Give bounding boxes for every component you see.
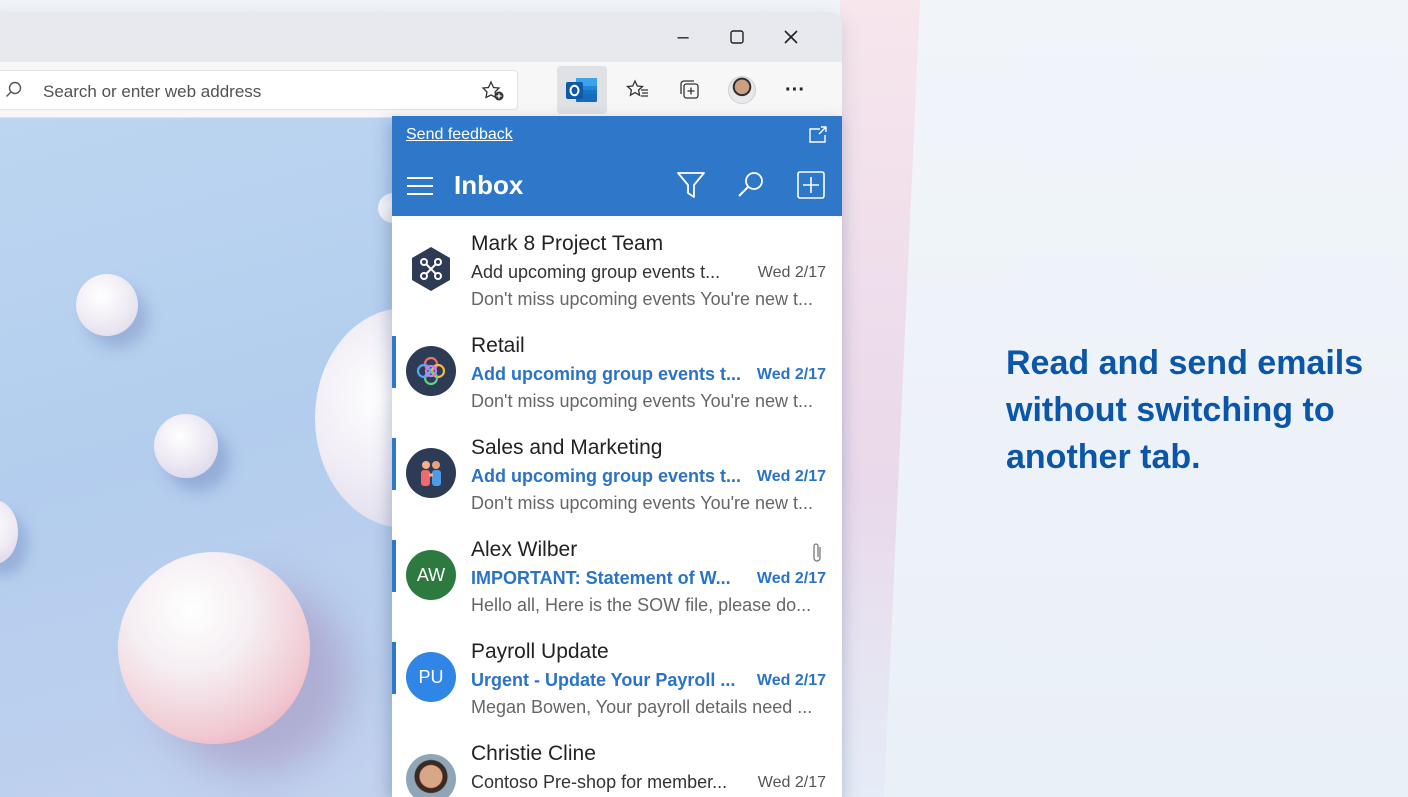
group-logo-icon [412, 247, 450, 291]
unread-indicator [392, 438, 396, 490]
maximize-button[interactable] [722, 24, 752, 50]
outlook-extension-button[interactable] [557, 66, 607, 114]
collections-icon [680, 80, 699, 99]
close-icon [784, 30, 798, 44]
profile-button[interactable] [722, 70, 762, 110]
sphere-large [118, 552, 310, 744]
hamburger-menu-icon[interactable] [406, 176, 434, 196]
message-date: Wed 2/17 [757, 774, 826, 791]
sender-avatar: PU [406, 652, 456, 702]
message-date: Wed 2/17 [756, 672, 826, 689]
message-preview: Don't miss upcoming events You're new t.… [471, 289, 814, 309]
maximize-icon [730, 30, 744, 44]
message-item[interactable]: Sales and Marketing Add upcoming group e… [392, 420, 842, 522]
filter-icon[interactable] [676, 170, 706, 200]
message-subject: Add upcoming group events t... [471, 262, 721, 282]
message-preview: Don't miss upcoming events You're new t.… [471, 493, 814, 513]
sender-name: Mark 8 Project Team [471, 232, 664, 255]
profile-avatar [728, 76, 756, 104]
message-item[interactable]: Retail Add upcoming group events t... We… [392, 318, 842, 420]
message-item[interactable]: PU Payroll Update Urgent - Update Your P… [392, 624, 842, 726]
search-icon[interactable] [736, 170, 766, 200]
minimize-button[interactable]: – [668, 24, 698, 50]
sender-avatar [406, 448, 456, 498]
unread-indicator [392, 540, 396, 592]
sender-avatar [406, 244, 456, 294]
address-bar[interactable]: Search or enter web address [0, 70, 518, 110]
message-date: Wed 2/17 [757, 264, 826, 281]
outlook-panel: Send feedback Inbox Mark 8 Project Team … [392, 116, 842, 797]
message-item[interactable]: Christie Cline Contoso Pre-shop for memb… [392, 726, 842, 797]
favorites-icon [626, 79, 648, 97]
sender-name: Retail [471, 334, 525, 357]
sender-name: Sales and Marketing [471, 436, 663, 459]
message-subject: Contoso Pre-shop for member... [471, 772, 728, 792]
message-list: Mark 8 Project Team Add upcoming group e… [392, 216, 842, 797]
new-mail-icon[interactable] [796, 170, 826, 200]
search-icon [6, 81, 22, 97]
collections-button[interactable] [670, 70, 710, 110]
favorites-button[interactable] [618, 70, 658, 110]
message-date: Wed 2/17 [756, 570, 826, 587]
send-feedback-link[interactable]: Send feedback [406, 126, 513, 144]
address-placeholder: Search or enter web address [43, 82, 262, 101]
message-preview: Hello all, Here is the SOW file, please … [471, 595, 812, 615]
sender-avatar [406, 346, 456, 396]
message-subject: Add upcoming group events t... [471, 364, 741, 384]
sphere-edge [0, 500, 18, 564]
message-subject: Urgent - Update Your Payroll ... [471, 670, 736, 690]
message-item[interactable]: AW Alex Wilber IMPORTANT: Statement of W… [392, 522, 842, 624]
browser-toolbar: Search or enter web address ··· [0, 62, 842, 118]
retail-logo-icon [416, 356, 446, 386]
title-bar: – [0, 12, 842, 62]
outlook-icon [566, 78, 597, 102]
marketing-caption: Read and send emails without switching t… [1006, 344, 1364, 476]
sender-avatar: AW [406, 550, 456, 600]
sphere-medium [154, 414, 218, 478]
message-date: Wed 2/17 [756, 366, 826, 383]
paperclip-icon [813, 543, 821, 562]
message-item[interactable]: Mark 8 Project Team Add upcoming group e… [392, 216, 842, 318]
sphere-small [76, 274, 138, 336]
sender-name: Christie Cline [471, 742, 596, 765]
more-button[interactable]: ··· [775, 70, 815, 110]
sender-avatar [406, 754, 456, 797]
folder-title: Inbox [454, 170, 524, 200]
unread-indicator [392, 336, 396, 388]
unread-indicator [392, 642, 396, 694]
message-preview: Megan Bowen, Your payroll details need .… [471, 697, 813, 717]
sender-name: Payroll Update [471, 640, 609, 663]
people-logo-icon [421, 461, 441, 486]
message-preview: Don't miss upcoming events You're new t.… [471, 391, 814, 411]
message-subject: IMPORTANT: Statement of W... [471, 568, 731, 588]
close-button[interactable] [776, 24, 806, 50]
sender-name: Alex Wilber [471, 538, 578, 561]
message-subject: Add upcoming group events t... [471, 466, 741, 486]
add-favorite-icon[interactable] [481, 80, 505, 102]
message-date: Wed 2/17 [756, 468, 826, 485]
popout-icon[interactable] [808, 126, 828, 144]
outlook-header: Send feedback Inbox [392, 116, 842, 216]
